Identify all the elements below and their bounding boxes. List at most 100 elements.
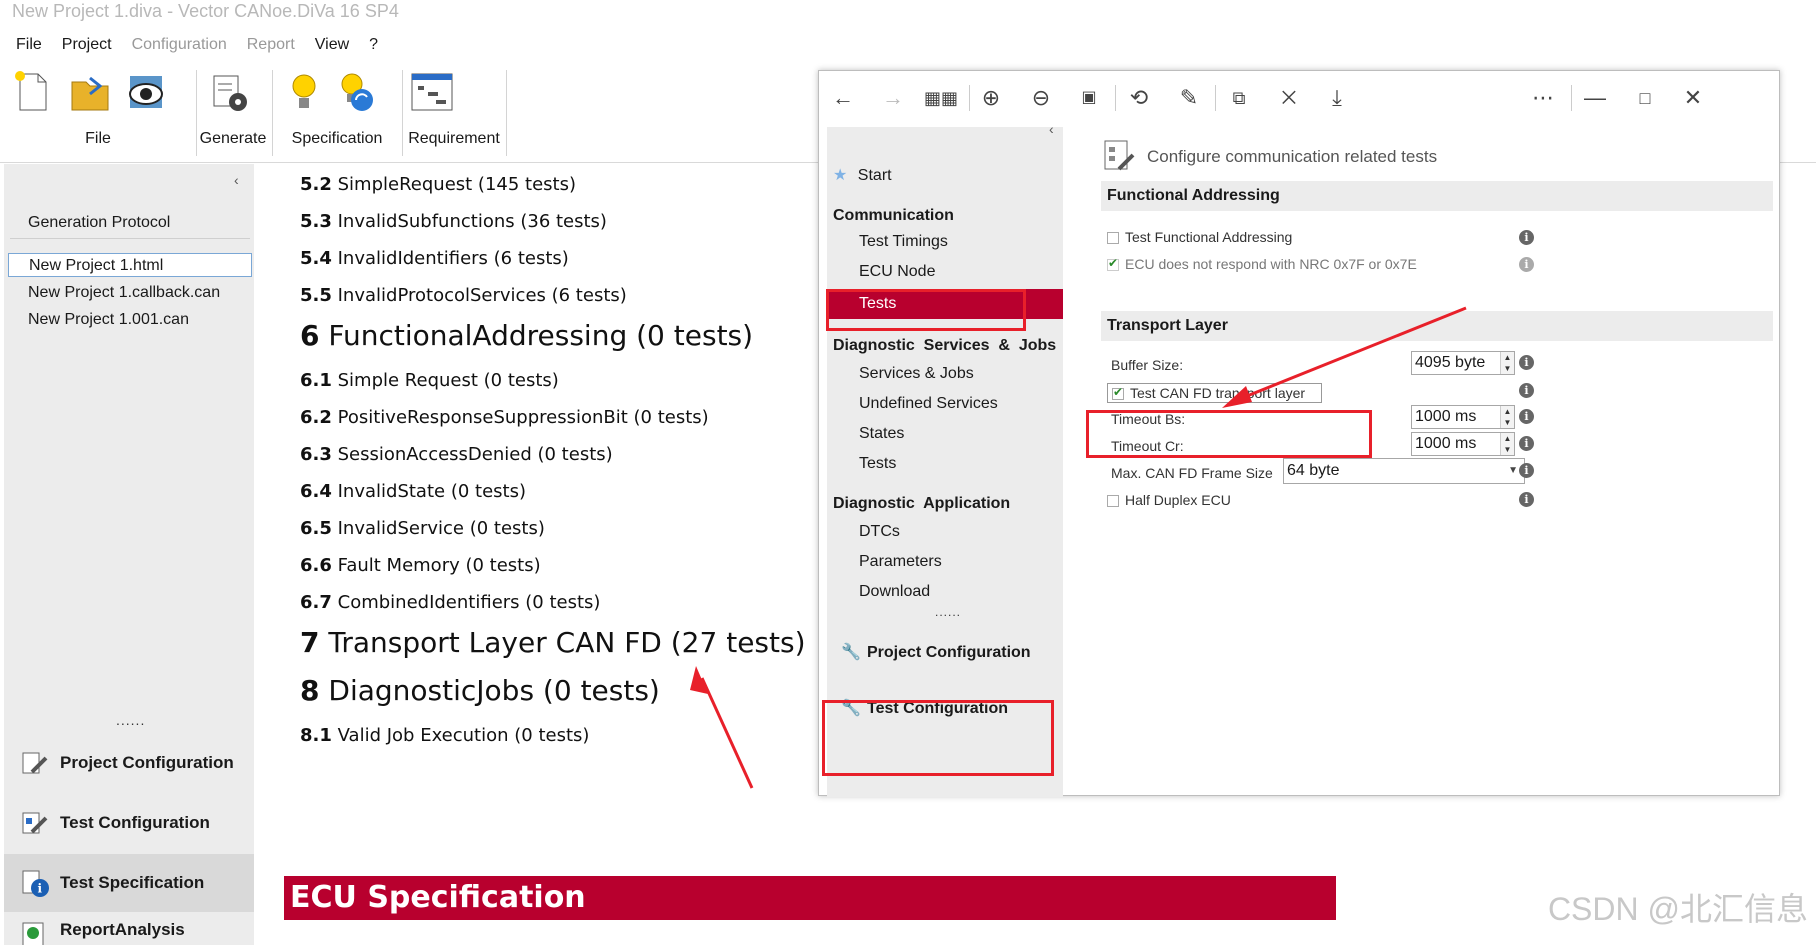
nav-start[interactable]: ★ Start — [827, 163, 1063, 189]
test-functional-addressing-option[interactable]: Test Functional Addressing — [1107, 229, 1292, 245]
left-panel-collapse-button[interactable]: ‹ — [234, 172, 239, 188]
ribbon: File Generate Specification Requirement — [0, 64, 820, 160]
nav-project-configuration-label: Project Configuration — [60, 753, 234, 772]
nav-ecu-node[interactable]: ECU Node — [827, 259, 1063, 285]
menu-file[interactable]: File — [16, 36, 42, 54]
nav-test-timings[interactable]: Test Timings — [827, 229, 1063, 255]
timeout-bs-input[interactable]: 1000 ms ▲ ▼ — [1411, 405, 1515, 429]
max-frame-label: Max. CAN FD Frame Size — [1111, 465, 1273, 481]
ribbon-file-label: File — [85, 130, 111, 147]
ribbon-generate[interactable]: Generate — [196, 64, 270, 160]
window-toolbar: ← → ▦▦ ⊕ ⊖ ▣ ⟲ ✎ ⧉ ⨉ ⤓ ⋯ — □ ✕ — [819, 71, 1779, 125]
dialog-header: Configure communication related tests — [1147, 147, 1438, 166]
generation-protocol-heading: Generation Protocol — [28, 214, 171, 231]
nav-services-jobs[interactable]: Services & Jobs — [827, 361, 1063, 387]
menu-configuration[interactable]: Configuration — [132, 36, 227, 54]
test-section: 7 Transport Layer CAN FD (27 tests) — [300, 626, 806, 659]
max-frame-select[interactable]: 64 byte ▼ — [1283, 458, 1525, 484]
info-icon[interactable]: i — [1519, 383, 1534, 398]
open-folder-icon[interactable] — [70, 72, 110, 114]
nav-states[interactable]: States — [827, 421, 1063, 447]
watermark: CSDN @北汇信息 — [1547, 891, 1808, 927]
no-nrc-checkbox — [1107, 256, 1119, 272]
info-icon[interactable]: i — [1519, 436, 1534, 451]
nav-project-configuration[interactable]: Project Configuration — [4, 734, 254, 792]
test-item: 6.5 InvalidService (0 tests) — [300, 518, 545, 539]
file-item-001[interactable]: New Project 1.001.can — [24, 308, 250, 332]
dialog-nav-project-configuration[interactable]: 🔧 Project Configuration — [827, 637, 1063, 669]
grid-view-icon[interactable]: ▦▦ — [923, 85, 959, 111]
left-panel-divider — [10, 238, 250, 239]
save-download-icon[interactable]: ⤓ — [1323, 85, 1351, 111]
file-item-callback[interactable]: New Project 1.callback.can — [24, 281, 250, 305]
nav-dtcs[interactable]: DTCs — [827, 519, 1063, 545]
project-configuration-icon — [22, 752, 48, 774]
info-icon[interactable]: i — [1519, 355, 1534, 370]
highlight-box-tests — [826, 289, 1026, 331]
menu-report[interactable]: Report — [247, 36, 295, 54]
test-section: 6 FunctionalAddressing (0 tests) — [300, 319, 754, 352]
ribbon-specification[interactable]: Specification — [272, 64, 402, 160]
configure-tests-icon — [1104, 140, 1135, 171]
info-icon[interactable]: i — [1519, 409, 1534, 424]
test-configuration-icon — [22, 812, 48, 834]
preview-eye-icon[interactable] — [126, 72, 166, 114]
svg-text:i: i — [38, 882, 43, 896]
back-arrow-icon[interactable]: ← — [829, 85, 857, 111]
rotate-icon[interactable]: ⟲ — [1125, 85, 1153, 111]
ribbon-generate-label: Generate — [199, 130, 267, 147]
zoom-in-icon[interactable]: ⊕ — [977, 85, 1005, 111]
dialog-content: Configure communication related tests Fu… — [1063, 125, 1779, 795]
info-icon[interactable]: i — [1519, 492, 1534, 507]
half-duplex-option[interactable]: Half Duplex ECU — [1107, 492, 1231, 508]
info-icon[interactable]: i — [1519, 463, 1534, 478]
nav-report-analysis[interactable]: ReportAnalysis — [4, 914, 254, 945]
info-icon: i — [1519, 257, 1534, 272]
maximize-icon[interactable]: □ — [1631, 85, 1659, 111]
test-item: 5.3 InvalidSubfunctions (36 tests) — [300, 211, 607, 232]
nav-parameters[interactable]: Parameters — [827, 549, 1063, 575]
test-item: 8.1 Valid Job Execution (0 tests) — [300, 725, 590, 746]
edit-icon[interactable]: ✎ — [1175, 85, 1203, 111]
test-can-fd-checkbox[interactable] — [1112, 385, 1124, 401]
copy-icon[interactable]: ⧉ — [1225, 85, 1253, 111]
test-specification-icon: i — [22, 870, 49, 897]
info-icon[interactable]: i — [1519, 230, 1534, 245]
chevron-down-icon: ▼ — [1508, 465, 1518, 476]
star-icon: ★ — [833, 167, 848, 184]
test-functional-addressing-checkbox[interactable] — [1107, 232, 1119, 245]
buffer-size-input[interactable]: 4095 byte ▲ ▼ — [1411, 351, 1515, 375]
nav-test-configuration[interactable]: Test Configuration — [4, 794, 254, 852]
zoom-out-icon[interactable]: ⊖ — [1027, 85, 1055, 111]
minimize-icon[interactable]: — — [1581, 85, 1609, 111]
ribbon-requirement[interactable]: Requirement — [402, 64, 506, 160]
test-item: 6.2 PositiveResponseSuppressionBit (0 te… — [300, 407, 709, 428]
bulb-icon — [292, 74, 316, 108]
menu-project[interactable]: Project — [62, 36, 112, 54]
new-file-icon[interactable] — [12, 70, 52, 112]
buffer-size-spinner[interactable]: ▲ ▼ — [1500, 352, 1514, 374]
nav-diagnostic-application-heading: Diagnostic Application — [833, 495, 1011, 512]
fit-page-icon[interactable]: ▣ — [1075, 85, 1103, 111]
dialog-nav-collapse[interactable]: ‹ — [1049, 121, 1054, 137]
ecu-specification-banner: ECU Specification — [284, 876, 1336, 920]
test-item: 6.4 InvalidState (0 tests) — [300, 481, 526, 502]
test-item: 6.1 Simple Request (0 tests) — [300, 370, 559, 391]
menu-help[interactable]: ? — [369, 36, 378, 54]
nav-undefined-services[interactable]: Undefined Services — [827, 391, 1063, 417]
half-duplex-checkbox[interactable] — [1107, 495, 1119, 508]
nav-test-specification[interactable]: i Test Specification — [4, 854, 254, 912]
timeout-bs-spinner[interactable]: ▲ ▼ — [1500, 406, 1514, 428]
window-title: New Project 1.diva - Vector CANoe.DiVa 1… — [12, 1, 399, 21]
more-options-icon[interactable]: ⋯ — [1529, 85, 1557, 111]
timeout-cr-input[interactable]: 1000 ms ▲ ▼ — [1411, 432, 1515, 456]
nav-tests-diag[interactable]: Tests — [827, 451, 1063, 477]
close-icon[interactable]: ✕ — [1679, 85, 1707, 111]
timeout-cr-spinner[interactable]: ▲ ▼ — [1500, 433, 1514, 455]
file-item-html[interactable]: New Project 1.html — [8, 253, 252, 277]
menu-view[interactable]: View — [315, 36, 349, 54]
test-can-fd-option[interactable]: Test CAN FD transport layer — [1107, 383, 1323, 403]
select-area-icon[interactable]: ⨉ — [1275, 85, 1303, 111]
ribbon-requirement-label: Requirement — [408, 130, 500, 147]
forward-arrow-icon[interactable]: → — [879, 85, 907, 111]
